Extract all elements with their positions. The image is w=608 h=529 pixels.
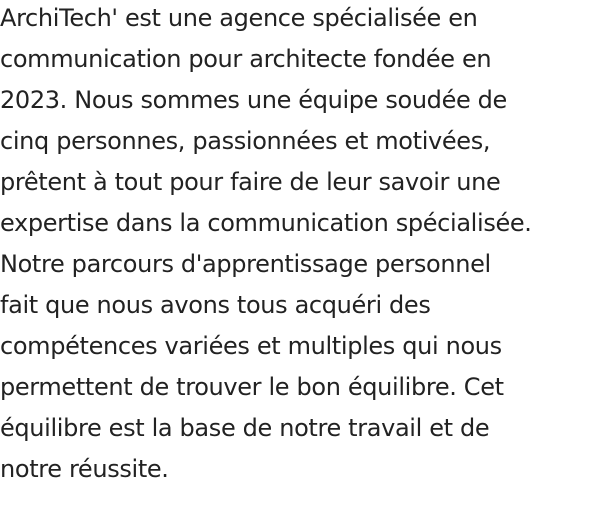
paragraph-line: prêtent à tout pour faire de leur savoir…	[0, 168, 501, 196]
paragraph-line: fait que nous avons tous acquéri des	[0, 291, 431, 319]
paragraph-line: expertise dans la communication spéciali…	[0, 209, 532, 237]
about-paragraph: ArchiTech' est une agence spécialisée en…	[0, 0, 608, 492]
paragraph-line: notre réussite.	[0, 455, 169, 483]
paragraph-line: Notre parcours d'apprentissage personnel	[0, 250, 491, 278]
paragraph-line: permettent de trouver le bon équilibre. …	[0, 373, 504, 401]
paragraph-line: ArchiTech' est une agence spécialisée en	[0, 4, 478, 32]
paragraph-line: compétences variées et multiples qui nou…	[0, 332, 502, 360]
paragraph-line: cinq personnes, passionnées et motivées,	[0, 127, 491, 155]
paragraph-line: équilibre est la base de notre travail e…	[0, 414, 490, 442]
paragraph-line: communication pour architecte fondée en	[0, 45, 492, 73]
paragraph-line: 2023. Nous sommes une équipe soudée de	[0, 86, 507, 114]
